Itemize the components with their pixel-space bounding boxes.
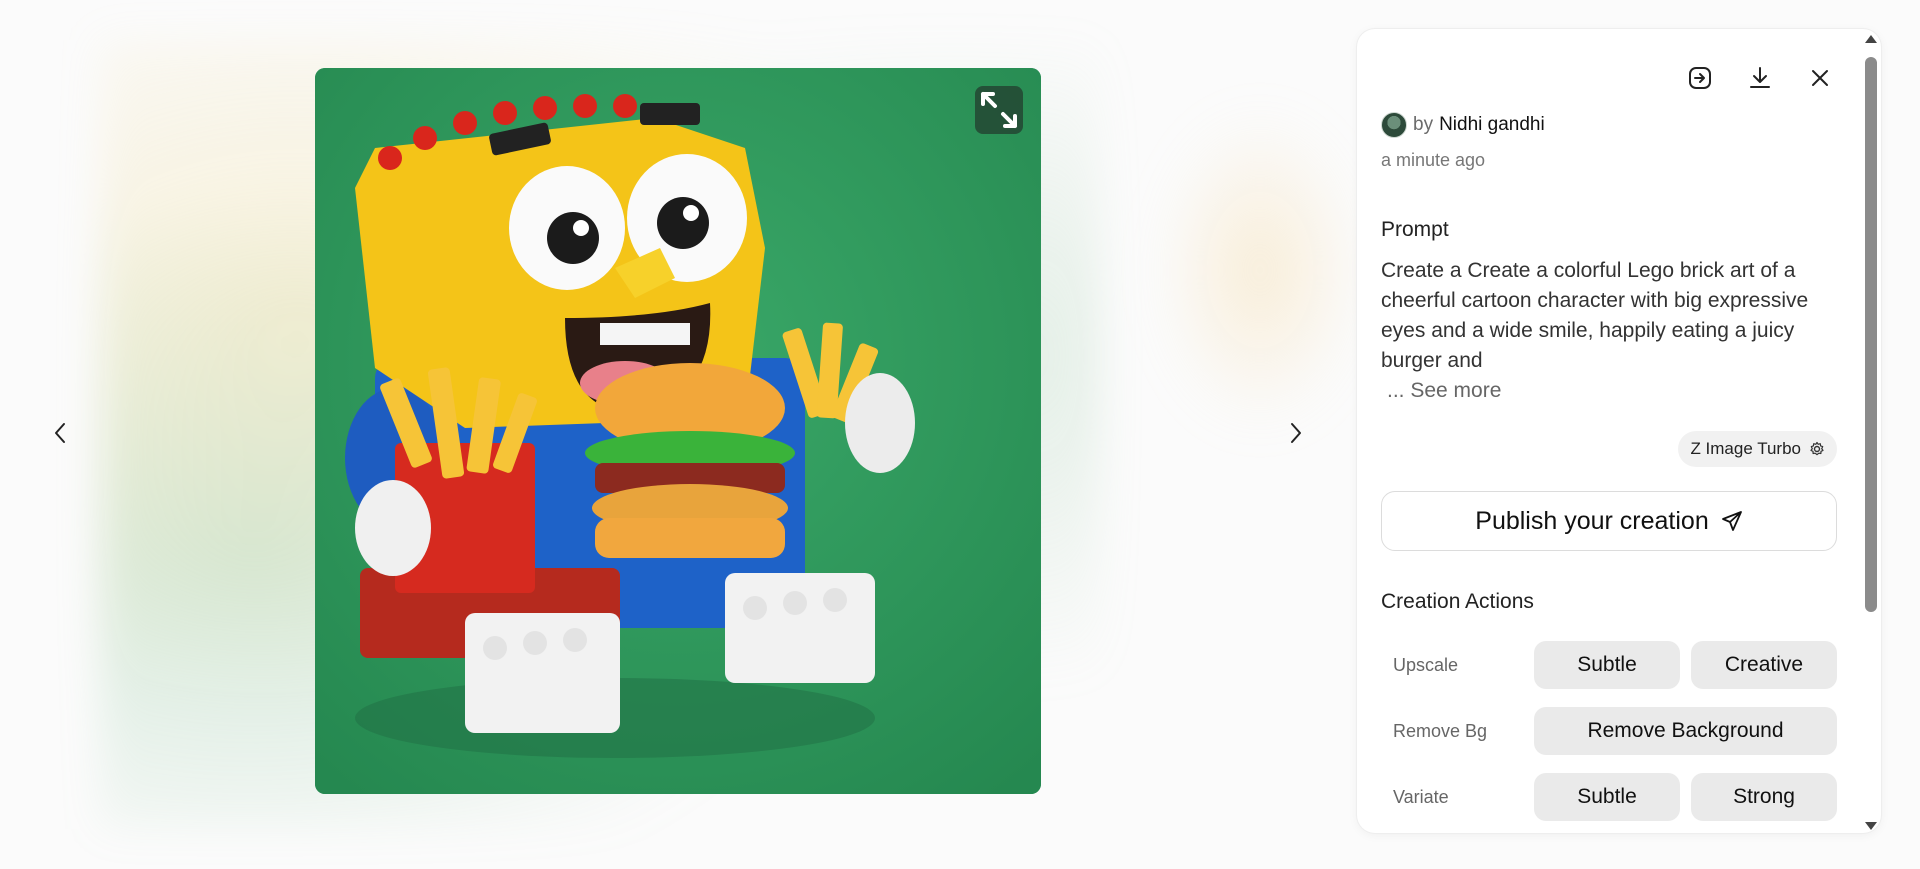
- send-icon: [1721, 511, 1742, 531]
- variate-subtle-button[interactable]: Subtle: [1534, 773, 1680, 821]
- creation-actions-heading: Creation Actions: [1381, 590, 1534, 613]
- avatar[interactable]: [1381, 112, 1407, 138]
- prompt-body: Create a Create a colorful Lego brick ar…: [1381, 259, 1809, 372]
- expand-icon: [981, 92, 1017, 128]
- lego-character-illustration: [315, 68, 1041, 794]
- scroll-down-arrow[interactable]: [1865, 822, 1877, 830]
- share-icon: [1689, 67, 1711, 89]
- previous-image-button[interactable]: [42, 415, 78, 451]
- chevron-right-icon: [1291, 423, 1301, 443]
- variate-strong-button[interactable]: Strong: [1691, 773, 1837, 821]
- upscale-row: Upscale Subtle Creative: [1381, 641, 1837, 689]
- close-button[interactable]: [1803, 61, 1837, 95]
- panel-toolbar: [1683, 61, 1837, 95]
- panel-scrollbar[interactable]: [1862, 33, 1880, 830]
- chevron-left-icon: [55, 423, 65, 443]
- upscale-creative-button[interactable]: Creative: [1691, 641, 1837, 689]
- download-icon: [1750, 67, 1770, 88]
- variate-label: Variate: [1393, 786, 1449, 807]
- remove-bg-label: Remove Bg: [1393, 720, 1488, 741]
- see-more-link[interactable]: ... See more: [1381, 376, 1841, 406]
- details-panel: by Nidhi gandhi a minute ago Prompt Crea…: [1357, 29, 1881, 833]
- model-label: Z Image Turbo: [1690, 439, 1801, 458]
- close-icon: [1812, 70, 1828, 86]
- created-time: a minute ago: [1381, 150, 1486, 170]
- prompt-heading: Prompt: [1381, 218, 1449, 241]
- author-info: by Nidhi gandhi: [1381, 112, 1545, 138]
- prompt-text: Create a Create a colorful Lego brick ar…: [1381, 256, 1841, 406]
- by-label: by: [1413, 114, 1434, 135]
- publish-button[interactable]: Publish your creation: [1381, 491, 1837, 551]
- publish-label: Publish your creation: [1475, 506, 1709, 535]
- share-button[interactable]: [1683, 61, 1717, 95]
- remove-background-button[interactable]: Remove Background: [1534, 707, 1837, 755]
- scroll-thumb[interactable]: [1865, 57, 1877, 612]
- settings-icon: [1810, 441, 1824, 456]
- remove-bg-row: Remove Bg Remove Background: [1381, 707, 1837, 755]
- variate-row: Variate Subtle Strong: [1381, 773, 1837, 821]
- download-button[interactable]: [1743, 61, 1777, 95]
- generated-image[interactable]: [315, 68, 1041, 794]
- next-image-button[interactable]: [1278, 415, 1314, 451]
- scroll-up-arrow[interactable]: [1865, 35, 1877, 43]
- author-name[interactable]: Nidhi gandhi: [1439, 114, 1545, 136]
- background-blur-right: [1150, 100, 1370, 440]
- upscale-label: Upscale: [1393, 654, 1459, 675]
- model-chip[interactable]: Z Image Turbo: [1678, 431, 1837, 467]
- upscale-subtle-button[interactable]: Subtle: [1534, 641, 1680, 689]
- expand-button[interactable]: [975, 86, 1023, 134]
